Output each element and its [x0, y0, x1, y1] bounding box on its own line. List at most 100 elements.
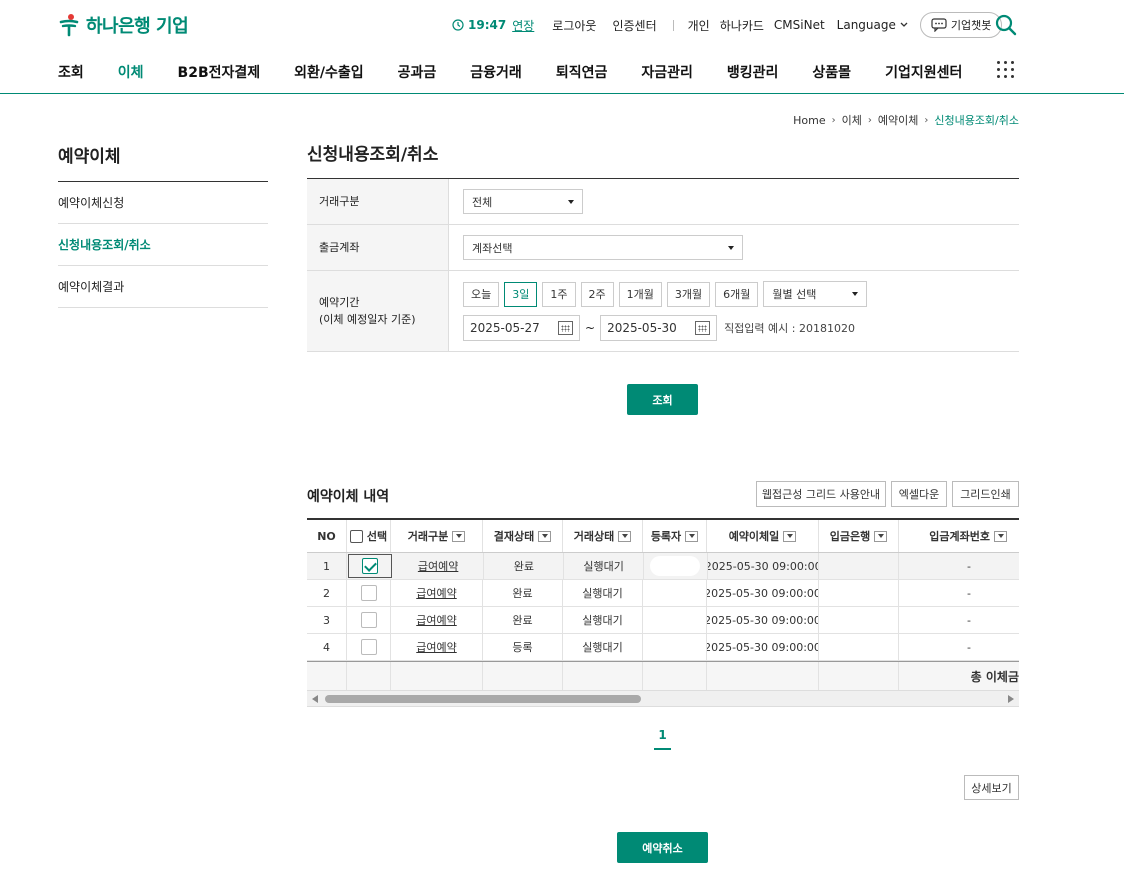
gnb-menu-financial-trade[interactable]: 금융거래 — [470, 62, 522, 82]
calendar-icon[interactable] — [558, 321, 573, 335]
gnb-menu-foreign-exchange[interactable]: 외환/수출입 — [294, 62, 364, 82]
table-row[interactable]: 3 급여예약 완료 실행대기 2025-05-30 09:00:00 - — [307, 607, 1019, 634]
filter-icon[interactable] — [783, 530, 797, 542]
gnb-menu-banking-management[interactable]: 뱅킹관리 — [727, 62, 779, 82]
row-select-cell[interactable] — [347, 580, 391, 606]
language-select[interactable]: Language — [837, 18, 908, 32]
dropdown-arrow-icon — [568, 199, 574, 204]
row-type-link[interactable]: 급여예약 — [391, 607, 483, 633]
lnb-item-inquiry-cancel[interactable]: 신청내용조회/취소 — [58, 224, 268, 266]
period-1month-button[interactable]: 1개월 — [618, 281, 662, 307]
lnb-item-result[interactable]: 예약이체결과 — [58, 266, 268, 308]
chatbot-button[interactable]: 기업챗봇 — [919, 12, 1003, 38]
period-1week-button[interactable]: 1주 — [542, 281, 576, 307]
filter-icon[interactable] — [685, 530, 699, 542]
breadcrumb-transfer[interactable]: 이체 — [842, 112, 862, 128]
filter-icon[interactable] — [452, 530, 466, 542]
total-cell — [819, 662, 899, 690]
select-all-checkbox[interactable] — [349, 529, 363, 543]
period-3month-button[interactable]: 3개월 — [666, 281, 711, 307]
gnb-menu-pension[interactable]: 퇴직연금 — [556, 62, 608, 82]
row-type-link[interactable]: 급여예약 — [391, 580, 483, 606]
row-type-link[interactable]: 급여예약 — [393, 553, 485, 579]
period-today-button[interactable]: 오늘 — [463, 281, 500, 307]
grid-print-button[interactable]: 그리드인쇄 — [952, 481, 1019, 507]
period-6month-button[interactable]: 6개월 — [715, 281, 759, 307]
excel-download-button[interactable]: 엑셀다운 — [891, 481, 947, 507]
gnb-menu-inquiry[interactable]: 조회 — [58, 62, 84, 82]
scroll-left-icon[interactable] — [312, 695, 318, 703]
filter-icon[interactable] — [618, 530, 632, 542]
table-row[interactable]: 4 급여예약 등록 실행대기 2025-05-30 09:00:00 - — [307, 634, 1019, 661]
grid-header-date: 예약이체일 — [707, 520, 819, 552]
grid-header-date-label: 예약이체일 — [728, 530, 780, 543]
row-date: 2025-05-30 09:00:00 — [707, 607, 819, 633]
account-select[interactable]: 계좌선택 — [463, 235, 743, 260]
page-title: 신청내용조회/취소 — [307, 145, 439, 165]
gnb-menu-transfer[interactable]: 이체 — [118, 62, 144, 82]
dropdown-arrow-icon — [852, 292, 859, 296]
grid-header-account-label: 입금계좌번호 — [929, 530, 990, 543]
scrollbar-thumb[interactable] — [325, 695, 641, 703]
calendar-icon[interactable] — [695, 321, 711, 335]
search-button[interactable]: 조회 — [627, 384, 698, 415]
row-approval: 완료 — [483, 607, 563, 633]
grid-header-account: 입금계좌번호 — [899, 520, 1019, 552]
row-type-link[interactable]: 급여예약 — [391, 634, 483, 660]
table-row[interactable]: 1 급여예약 완료 실행대기 2025-05-30 09:00:00 - — [307, 553, 1019, 580]
personal-link[interactable]: 개인 — [688, 17, 710, 34]
filter-icon[interactable] — [874, 530, 888, 542]
filter-icon[interactable] — [538, 530, 552, 542]
table-row[interactable]: 2 급여예약 완료 실행대기 2025-05-30 09:00:00 - — [307, 580, 1019, 607]
grid-total-row: 총 이체금 — [307, 661, 1019, 691]
grid-header-approval: 결재상태 — [483, 520, 563, 552]
breadcrumb-reserved-transfer[interactable]: 예약이체 — [878, 112, 918, 128]
row-account: - — [967, 559, 972, 573]
cmsinet-link[interactable]: CMSiNet — [774, 18, 825, 32]
lnb-item-apply[interactable]: 예약이체신청 — [58, 182, 268, 224]
breadcrumb-home[interactable]: Home — [793, 114, 825, 127]
row-checkbox[interactable] — [360, 612, 377, 628]
total-amount-label: 총 이체금 — [970, 669, 1019, 684]
all-menu-icon[interactable] — [997, 61, 1015, 79]
date-from-field[interactable]: 2025-05-27 — [463, 315, 580, 341]
search-icon[interactable] — [995, 14, 1017, 36]
month-select[interactable]: 월별 선택 — [763, 281, 868, 307]
scroll-right-icon[interactable] — [1008, 695, 1014, 703]
breadcrumb-current: 신청내용조회/취소 — [934, 114, 1019, 127]
gnb-menu-support-center[interactable]: 기업지원센터 — [885, 62, 962, 82]
row-select-cell[interactable] — [347, 634, 391, 660]
period-3day-button[interactable]: 3일 — [504, 281, 538, 307]
row-checkbox[interactable] — [360, 639, 377, 655]
date-to-field[interactable]: 2025-05-30 — [600, 315, 718, 341]
logout-link[interactable]: 로그아웃 — [552, 17, 596, 34]
horizontal-scrollbar[interactable] — [307, 691, 1019, 707]
type-select[interactable]: 전체 — [463, 189, 583, 214]
detail-view-button[interactable]: 상세보기 — [964, 775, 1019, 800]
gnb-menu-product-mall[interactable]: 상품몰 — [812, 62, 851, 82]
form-row-account: 출금계좌 계좌선택 — [307, 225, 1019, 271]
chatbot-label: 기업챗봇 — [950, 19, 992, 32]
gnb-menu-fund-management[interactable]: 자금관리 — [641, 62, 693, 82]
row-checkbox[interactable] — [360, 585, 377, 601]
hanacard-link[interactable]: 하나카드 — [720, 17, 764, 34]
page-number-current[interactable]: 1 — [654, 728, 671, 750]
cert-center-link[interactable]: 인증센터 — [612, 17, 656, 34]
total-cell — [643, 662, 707, 690]
row-checkbox[interactable] — [361, 558, 378, 574]
grid-header-select-label: 선택 — [366, 530, 388, 543]
cancel-reservation-button[interactable]: 예약취소 — [617, 832, 708, 863]
period-buttons: 오늘 3일 1주 2주 1개월 3개월 6개월 월별 선택 — [463, 281, 1005, 307]
gnb-menu-public-dues[interactable]: 공과금 — [398, 62, 437, 82]
row-select-cell[interactable] — [347, 607, 391, 633]
hana-bank-logo[interactable]: 하나은행 기업 — [58, 12, 189, 38]
row-select-cell[interactable] — [347, 554, 392, 578]
row-approval: 완료 — [483, 580, 563, 606]
grid-header-status: 거래상태 — [563, 520, 643, 552]
gnb-menu-b2b[interactable]: B2B전자결제 — [178, 62, 261, 82]
filter-icon[interactable] — [994, 530, 1007, 542]
grid-accessibility-guide-button[interactable]: 웹접근성 그리드 사용안내 — [756, 481, 886, 507]
session-time: 19:47 — [468, 18, 507, 32]
period-2week-button[interactable]: 2주 — [580, 281, 614, 307]
session-extend-link[interactable]: 연장 — [512, 17, 534, 34]
